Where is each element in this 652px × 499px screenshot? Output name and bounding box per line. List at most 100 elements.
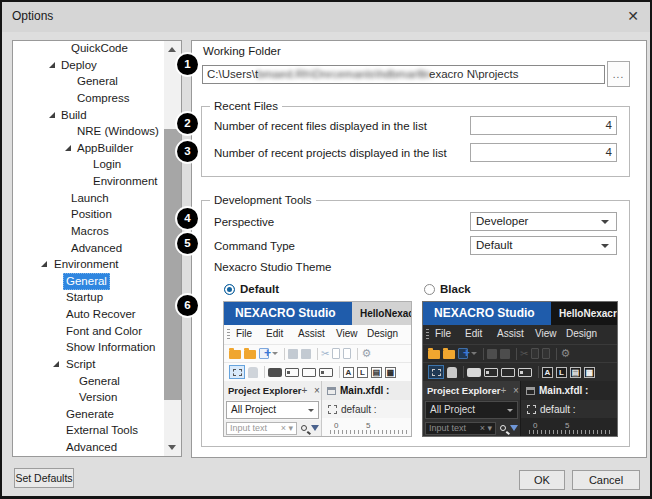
clear-search-icons: × ▾ — [480, 422, 492, 434]
tree-item-version[interactable]: Version — [13, 389, 164, 406]
preview-app-title: NEXACRO Studio — [423, 302, 551, 325]
tree-item-label: Version — [79, 389, 117, 406]
scrollbar-thumb[interactable] — [164, 129, 181, 400]
clear-search-icons: × ▾ — [281, 422, 293, 434]
separator — [284, 348, 285, 360]
tree-item-login[interactable]: Login — [13, 156, 164, 173]
tree-item-startup[interactable]: Startup — [13, 289, 164, 306]
preview-menu-view: View — [535, 328, 557, 339]
perspective-select[interactable]: Developer — [470, 212, 617, 231]
tree-expander-icon[interactable] — [49, 112, 55, 118]
tree-item-appbuilder[interactable]: AppBuilder — [13, 140, 164, 157]
recent-files-count-label: Number of recent files displayed in the … — [214, 120, 427, 132]
ruler-0: 0 — [533, 421, 537, 430]
ruler: 05 — [322, 418, 411, 436]
theme-radio-black[interactable] — [424, 284, 435, 295]
working-folder-input[interactable]: C:\Users\tbmaed.Rh\Dnrcemanls\hdbmarllln… — [202, 65, 605, 84]
dropdown-arrow-icon — [601, 244, 609, 248]
preview-menu-bar: FileEditAssistViewDesign — [423, 325, 617, 344]
tree-expander-icon[interactable] — [41, 261, 47, 267]
tree-item-font-and-color[interactable]: Font and Color — [13, 323, 164, 340]
tree-item-advanced[interactable]: Advanced — [13, 240, 164, 257]
options-tree: QuickCodeDeployGeneralCompressBuildNRE (… — [12, 40, 182, 457]
theme-preview-black[interactable]: NEXACRO StudioHelloNexacroFileEditAssist… — [422, 301, 618, 437]
cancel-button[interactable]: Cancel — [572, 470, 640, 490]
tree-item-quickcode[interactable]: QuickCode — [13, 40, 164, 57]
theme-radio-black-label: Black — [440, 283, 471, 295]
tree-item-nre-windows-[interactable]: NRE (Windows) — [13, 123, 164, 140]
tree-item-show-information[interactable]: Show Information — [13, 339, 164, 356]
preview-menu-design: Design — [566, 328, 597, 339]
tree-item-label: Startup — [66, 289, 103, 306]
step-badge-3: 3 — [177, 141, 198, 162]
tree-item-advanced[interactable]: Advanced — [13, 439, 164, 456]
scroll-up-button[interactable] — [164, 41, 181, 58]
tree-expander-icon[interactable] — [53, 361, 59, 367]
tree-item-environment[interactable]: Environment — [13, 256, 164, 273]
step-badge-4: 4 — [177, 208, 198, 229]
tree-item-environment[interactable]: Environment — [13, 173, 164, 190]
tree-item-auto-recover[interactable]: Auto Recover — [13, 306, 164, 323]
recent-files-count-input[interactable]: 4 — [470, 116, 617, 135]
ruler: 05 — [521, 418, 617, 436]
theme-preview-default[interactable]: NEXACRO StudioHelloNexacroFileEditAssist… — [223, 301, 412, 437]
preview-project-panel: Project Explorer+ ×All ProjectInput text… — [224, 381, 322, 436]
scroll-down-icon — [168, 445, 176, 450]
default-label: default : — [540, 404, 576, 415]
copy-icon — [332, 348, 340, 359]
working-folder-label: Working Folder — [203, 45, 281, 57]
ok-button[interactable]: OK — [519, 470, 565, 490]
preview-toolbar-2: AL▤▦ — [423, 362, 617, 381]
search-row: Input text× ▾ — [423, 420, 520, 436]
save-all-icon — [500, 349, 510, 359]
tree-expander-icon[interactable] — [65, 145, 71, 151]
window-title: Options — [12, 9, 53, 23]
ruler-ticks — [529, 430, 613, 434]
search-field: Input text× ▾ — [425, 422, 496, 435]
recent-projects-count-label: Number of recent projects displayed in t… — [214, 147, 447, 159]
step-badge-6: 6 — [177, 295, 198, 316]
command-type-select[interactable]: Default — [470, 236, 617, 255]
preview-title-bar: NEXACRO StudioHelloNexacro — [224, 302, 411, 325]
tree-item-position[interactable]: Position — [13, 206, 164, 223]
set-defaults-button[interactable]: Set Defaults — [14, 468, 74, 488]
tree-item-script[interactable]: Script — [13, 356, 164, 373]
theme-radio-default[interactable] — [224, 284, 235, 295]
tree-item-external-tools[interactable]: External Tools — [13, 422, 164, 439]
preview-toolbar-2: AL▤▦ — [224, 362, 411, 381]
tree-item-deploy[interactable]: Deploy — [13, 57, 164, 74]
window-icon — [327, 387, 336, 395]
all-project-combo: All Project — [226, 401, 319, 419]
preview-toolbar-1: ✂⚙ — [423, 344, 617, 362]
preview-main: Project Explorer+ ×All ProjectInput text… — [423, 381, 617, 436]
separator — [483, 348, 484, 360]
tree-item-compress[interactable]: Compress — [13, 90, 164, 107]
preview-main: Project Explorer+ ×All ProjectInput text… — [224, 381, 411, 436]
tree-item-general[interactable]: General — [13, 373, 164, 390]
paste-icon — [343, 348, 351, 359]
preview-menu-edit: Edit — [465, 328, 482, 339]
static-text-icon: A — [542, 367, 553, 378]
tree-item-generate[interactable]: Generate — [13, 406, 164, 423]
tree-item-build[interactable]: Build — [13, 107, 164, 124]
preview-app-title: NEXACRO Studio — [224, 302, 352, 325]
tree-expander-icon[interactable] — [49, 62, 55, 68]
save-icon — [288, 349, 298, 359]
widget-edit-icon — [302, 368, 316, 377]
widget-list-icon — [319, 368, 333, 377]
browse-button[interactable]: ... — [607, 61, 630, 87]
scroll-down-button[interactable] — [164, 439, 181, 456]
preview-menu-view: View — [336, 328, 358, 339]
step-badge-5: 5 — [177, 233, 198, 254]
preview-menu-assist: Assist — [298, 328, 325, 339]
command-type-label: Command Type — [214, 240, 295, 252]
tree-item-launch[interactable]: Launch — [13, 190, 164, 207]
separator — [339, 366, 340, 378]
preview-menu-file: File — [236, 328, 252, 339]
tree-item-general[interactable]: General — [13, 273, 164, 290]
tree-item-general[interactable]: General — [13, 73, 164, 90]
tree-item-label: Environment — [93, 173, 158, 190]
tree-item-macros[interactable]: Macros — [13, 223, 164, 240]
close-button[interactable]: ✕ — [627, 7, 639, 25]
recent-projects-count-input[interactable]: 4 — [470, 143, 617, 162]
